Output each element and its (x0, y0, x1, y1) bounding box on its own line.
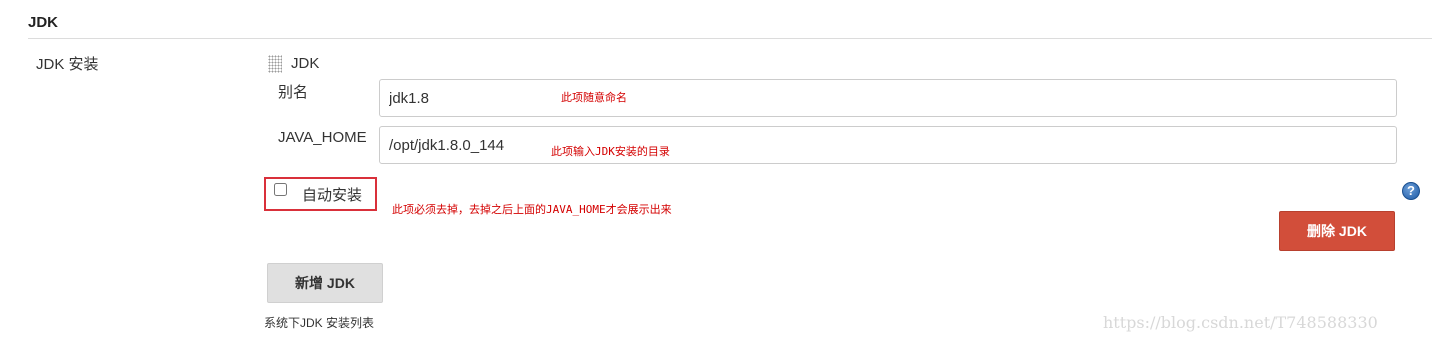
installation-block-title: JDK (291, 55, 320, 72)
jdk-installations-label: JDK 安装 (36, 56, 99, 73)
section-divider (28, 38, 1432, 39)
auto-install-annotation: 此项必须去掉，去掉之后上面的JAVA_HOME才会展示出来 (392, 203, 672, 216)
alias-annotation: 此项随意命名 (561, 91, 627, 104)
java-home-annotation: 此项输入JDK安装的目录 (551, 145, 670, 158)
alias-input[interactable] (379, 79, 1397, 117)
help-icon[interactable]: ? (1402, 182, 1420, 200)
java-home-input[interactable] (379, 126, 1397, 164)
add-jdk-button[interactable]: 新增 JDK (267, 263, 383, 303)
watermark: https://blog.csdn.net/T748588330 (1103, 313, 1378, 332)
alias-label: 别名 (278, 84, 309, 101)
delete-jdk-button[interactable]: 删除 JDK (1279, 211, 1395, 251)
auto-install-highlight: 自动安装 (264, 177, 377, 211)
section-title: JDK (28, 14, 59, 31)
drag-handle-icon[interactable] (268, 55, 282, 73)
auto-install-checkbox[interactable] (274, 183, 287, 196)
auto-install-label: 自动安装 (302, 187, 363, 204)
add-jdk-description: 系统下JDK 安装列表 (264, 316, 375, 330)
java-home-label: JAVA_HOME (278, 129, 367, 146)
